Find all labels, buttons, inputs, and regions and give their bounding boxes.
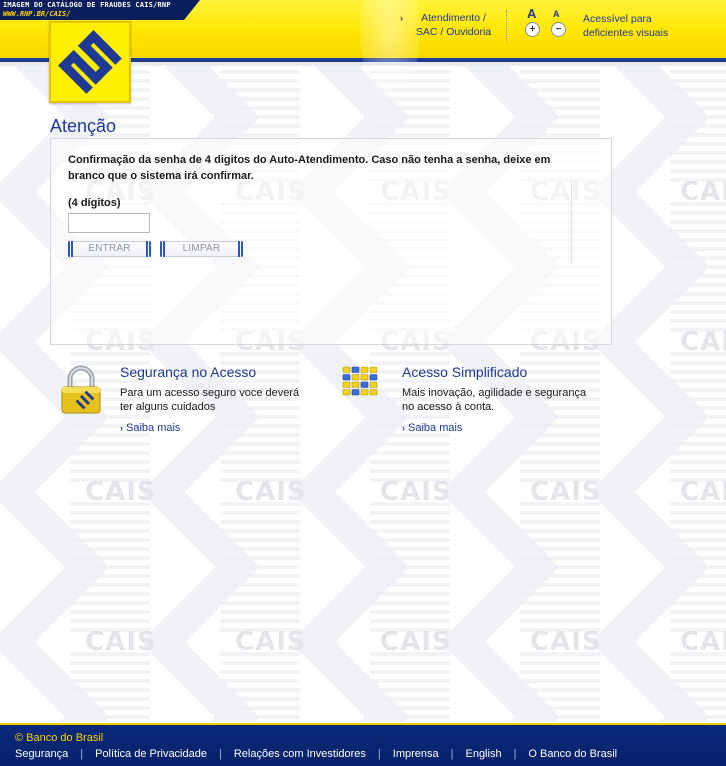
padlock-icon [58,365,104,418]
footer-link[interactable]: Imprensa [393,748,439,760]
watermark-stripes [670,502,726,632]
footer-copyright: © Banco do Brasil [15,732,104,744]
watermark-text: CAIS [680,627,726,657]
chevron-right-icon: › [400,13,403,23]
watermark-text: CAIS [235,627,307,657]
footer-separator: | [450,748,454,760]
saiba-mais-label: Saiba mais [126,422,181,434]
clear-button[interactable]: LIMPAR [160,241,243,257]
font-small-label: A [553,9,560,19]
watermark-text: CAIS [85,477,157,507]
font-large-label: A [527,6,537,21]
caption-title: IMAGEM DO CATÁLOGO DE FRAUDES CAIS/RNP [3,1,171,9]
watermark-stripes [670,352,726,482]
feature-title: Acesso Simplificado [402,364,528,380]
watermark-stripes [520,502,600,632]
font-decrease-button[interactable]: − [551,22,566,37]
watermark-text: CAIS [680,477,726,507]
footer-link[interactable]: English [465,748,501,760]
font-size-controls: A A + − [521,6,569,42]
watermark-stripes [220,652,300,722]
watermark-stripes [670,652,726,722]
accessibility-link[interactable]: Acessível para deficientes visuais [583,12,693,40]
feature-seguranca: Segurança no Acesso Para um acesso segur… [58,363,299,443]
pin-label: (4 dígitos) [68,197,121,209]
keypad-icon [340,365,380,402]
footer-nav: Segurança | Política de Privacidade | Relaçõ… [15,748,617,762]
panel-divider [571,179,572,264]
footer-separator: | [377,748,381,760]
page-title: Atenção [50,116,117,136]
feature-title: Segurança no Acesso [120,364,257,380]
watermark-text: CAIS [380,477,452,507]
watermark-text: CAIS [680,177,726,207]
chevron-right-icon: › [402,423,405,433]
watermark-stripes [520,652,600,722]
footer-link[interactable]: Relações com Investidores [234,748,366,760]
panel-message: Confirmação da senha de 4 digitos do Aut… [68,154,551,182]
chevron-right-icon: › [120,423,123,433]
footer-link[interactable]: Política de Privacidade [95,748,207,760]
footer-separator: | [513,748,517,760]
watermark-text: CAIS [530,477,602,507]
footer-separator: | [80,748,84,760]
saiba-mais-seguranca-link[interactable]: › Saiba mais [120,422,180,434]
watermark-stripes [70,502,150,632]
watermark-stripes [370,652,450,722]
atendimento-link-label: Atendimento / SAC / Ouvidoria [415,12,492,38]
feature-description: Mais inovação, agilidade e segurança no … [402,387,587,413]
password-panel: Confirmação da senha de 4 digitos do Aut… [50,138,612,345]
saiba-mais-label: Saiba mais [408,422,463,434]
catalog-caption: IMAGEM DO CATÁLOGO DE FRAUDES CAIS/RNP W… [0,0,200,20]
footer-separator: | [218,748,222,760]
watermark-stripes [670,62,726,182]
feature-acesso-simplificado: Acesso Simplificado Mais inovação, agili… [340,363,586,443]
footer-link[interactable]: O Banco do Brasil [528,748,617,760]
watermark-text: CAIS [235,477,307,507]
watermark-text: CAIS [380,627,452,657]
watermark-text: CAIS [85,627,157,657]
footer: © Banco do Brasil Segurança | Política de … [0,723,726,766]
font-increase-button[interactable]: + [525,22,540,37]
saiba-mais-acesso-link[interactable]: › Saiba mais [402,422,462,434]
watermark-stripes [670,202,726,332]
feature-description: Para um acesso seguro voce deverá ter al… [120,387,300,413]
watermark-stripes [220,502,300,632]
footer-link[interactable]: Segurança [15,748,68,760]
banco-do-brasil-logo[interactable] [49,21,131,103]
header-divider [506,10,507,42]
atendimento-link[interactable]: › Atendimento / SAC / Ouvidoria [400,11,510,39]
caption-url: WWW.RNP.BR/CAIS/ [3,10,71,18]
pin-input[interactable] [68,213,150,233]
watermark-text: CAIS [680,327,726,357]
watermark-stripes [70,652,150,722]
watermark-text: CAIS [530,627,602,657]
bb-logo-icon [58,30,122,94]
watermark-stripes [370,502,450,632]
enter-button[interactable]: ENTRAR [68,241,151,257]
